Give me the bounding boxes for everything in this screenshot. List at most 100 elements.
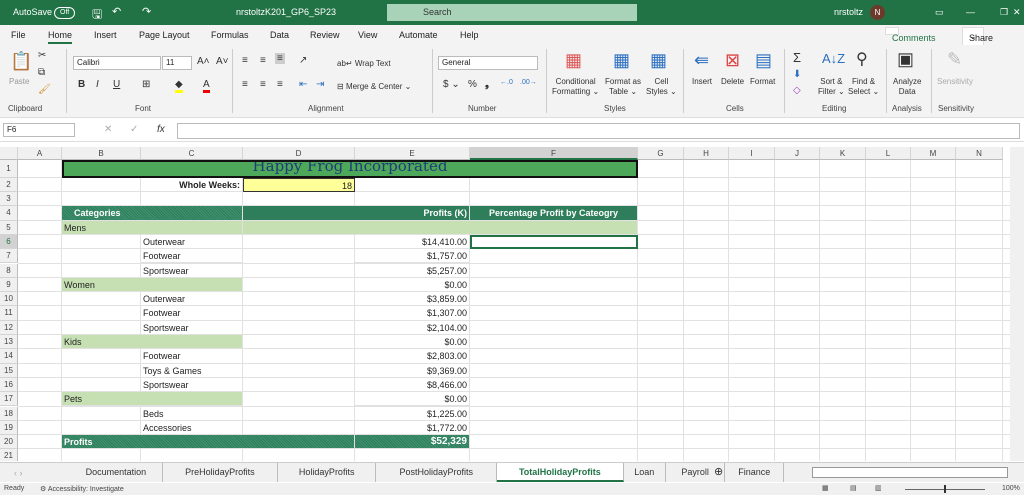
row-header-3[interactable]: 3 <box>0 192 18 207</box>
tab-page-layout[interactable]: Page Layout <box>139 30 190 40</box>
wrap-text-button[interactable]: ab↵ Wrap Text <box>337 59 391 69</box>
delete-button[interactable]: Delete <box>721 77 744 87</box>
cell-styles-button[interactable]: Cell Styles ⌄ <box>646 77 677 97</box>
find-select-button[interactable]: Find & Select ⌄ <box>848 77 879 97</box>
accessibility-status[interactable]: ⚙ Accessibility: Investigate <box>40 485 124 493</box>
sheet-tab-loan[interactable]: Loan <box>624 463 666 482</box>
save-icon[interactable]: 🖫 <box>92 5 102 26</box>
row-header-11[interactable]: 11 <box>0 306 18 321</box>
spreadsheet-grid[interactable]: A B C D E F G H I J K L M N 1 2 3 4 5 6 7 8 9 10 11 12 13 14 15 16 17 1… <box>0 147 1010 461</box>
bold-icon[interactable]: B <box>78 79 85 90</box>
weeks-input[interactable]: 18 <box>243 178 355 192</box>
column-header-h[interactable]: H <box>684 147 729 160</box>
cut-icon[interactable]: ✂ <box>38 50 46 61</box>
selected-cell-f6[interactable] <box>470 234 638 250</box>
restore-icon[interactable]: ❐ <box>1000 7 1008 18</box>
column-header-m[interactable]: M <box>911 147 956 160</box>
clear-icon[interactable]: ◇ <box>793 85 801 96</box>
comma-icon[interactable]: ❟ <box>485 79 489 90</box>
file-name[interactable]: nrstoltzK201_GP6_SP23 <box>236 7 336 17</box>
format-button[interactable]: Format <box>750 77 775 87</box>
column-header-k[interactable]: K <box>820 147 866 160</box>
underline-icon[interactable]: U <box>113 79 120 90</box>
ribbon-display-icon[interactable]: ▭ <box>935 7 944 18</box>
cancel-icon[interactable]: ✕ <box>104 124 112 135</box>
column-header-g[interactable]: G <box>638 147 684 160</box>
insert-cells-icon[interactable]: ⇚ <box>694 50 709 71</box>
row-header-6[interactable]: 6 <box>0 234 18 250</box>
row-header-16[interactable]: 16 <box>0 377 18 393</box>
sort-filter-button[interactable]: Sort & Filter ⌄ <box>818 77 845 97</box>
redo-icon[interactable]: ↷ <box>142 5 151 18</box>
align-center-icon[interactable]: ≡ <box>260 79 266 90</box>
row-header-21[interactable]: 21 <box>0 449 18 461</box>
decrease-font-icon[interactable]: A˅ <box>216 56 229 67</box>
tab-automate[interactable]: Automate <box>399 30 438 40</box>
row-header-18[interactable]: 18 <box>0 406 18 421</box>
align-bottom-icon[interactable]: ≡ <box>275 53 285 64</box>
share-button[interactable]: Share ⌄ <box>962 27 993 46</box>
enter-icon[interactable]: ✓ <box>130 124 138 135</box>
tab-help[interactable]: Help <box>460 30 479 40</box>
tab-home[interactable]: Home <box>48 30 73 44</box>
row-header-2[interactable]: 2 <box>0 178 18 192</box>
vertical-scrollbar[interactable] <box>1010 147 1024 461</box>
sheet-tab-payroll[interactable]: Payroll <box>666 463 726 482</box>
font-size-select[interactable]: 11 <box>162 56 192 70</box>
sheet-tab-preholidayprofits[interactable]: PreHolidayProfits <box>163 463 278 482</box>
tab-file[interactable]: File <box>11 30 26 40</box>
autosave-toggle[interactable]: Off <box>54 6 76 19</box>
font-name-select[interactable]: Calibri <box>73 56 161 70</box>
font-color-icon[interactable]: A <box>203 79 210 93</box>
formula-input[interactable] <box>177 123 1020 139</box>
increase-decimal-icon[interactable]: ←.0 <box>500 79 513 86</box>
zoom-slider-thumb[interactable] <box>944 485 946 493</box>
column-header-d[interactable]: D <box>243 147 355 160</box>
number-format-select[interactable]: General <box>438 56 538 70</box>
find-select-icon[interactable]: ⚲ <box>856 49 868 69</box>
column-header-i[interactable]: I <box>729 147 775 160</box>
borders-icon[interactable]: ⊞ <box>142 79 150 90</box>
align-middle-icon[interactable]: ≡ <box>260 55 266 66</box>
fill-icon[interactable]: ⬇ <box>793 69 801 80</box>
row-header-14[interactable]: 14 <box>0 349 18 364</box>
cell-styles-icon[interactable]: ▦ <box>650 50 667 71</box>
column-header-b[interactable]: B <box>62 147 141 160</box>
fill-color-icon[interactable]: ◆ <box>175 79 183 93</box>
tab-formulas[interactable]: Formulas <box>211 30 249 40</box>
row-header-7[interactable]: 7 <box>0 249 18 264</box>
row-header-17[interactable]: 17 <box>0 392 18 407</box>
increase-indent-icon[interactable]: ⇥ <box>316 79 324 90</box>
row-header-13[interactable]: 13 <box>0 335 18 350</box>
paste-icon[interactable]: 📋 <box>10 51 32 72</box>
italic-icon[interactable]: I <box>96 79 99 90</box>
column-header-e[interactable]: E <box>355 147 470 160</box>
analyze-data-icon[interactable]: ▣ <box>897 49 914 70</box>
insert-button[interactable]: Insert <box>692 77 712 87</box>
paste-button[interactable]: Paste <box>9 77 29 87</box>
column-header-l[interactable]: L <box>866 147 911 160</box>
sheet-tab-holidayprofits[interactable]: HolidayProfits <box>278 463 377 482</box>
row-header-10[interactable]: 10 <box>0 292 18 307</box>
comments-button[interactable]: Comments <box>885 27 936 43</box>
sheet-tab-documentation[interactable]: Documentation <box>70 463 163 482</box>
row-header-12[interactable]: 12 <box>0 320 18 335</box>
normal-view-icon[interactable]: ▦ <box>822 484 829 492</box>
sensitivity-icon[interactable]: ✎ <box>947 49 962 70</box>
row-header-1[interactable]: 1 <box>0 160 18 178</box>
sheet-tab-postholidayprofits[interactable]: PostHolidayProfits <box>376 463 498 482</box>
column-header-c[interactable]: C <box>141 147 243 160</box>
sensitivity-button[interactable]: Sensitivity <box>937 77 973 87</box>
column-header-j[interactable]: J <box>775 147 820 160</box>
conditional-formatting-button[interactable]: Conditional Formatting ⌄ <box>552 77 599 97</box>
sheet-tab-totalholidayprofits[interactable]: TotalHolidayProfits <box>497 463 624 482</box>
format-cells-icon[interactable]: ▤ <box>755 50 772 71</box>
tab-insert[interactable]: Insert <box>94 30 117 40</box>
page-layout-view-icon[interactable]: ▤ <box>850 484 857 492</box>
search-box[interactable]: Search <box>387 4 637 21</box>
tab-data[interactable]: Data <box>270 30 289 40</box>
tab-review[interactable]: Review <box>310 30 340 40</box>
merge-center-button[interactable]: ⊟ Merge & Center ⌄ <box>337 82 411 92</box>
column-header-a[interactable]: A <box>18 147 62 160</box>
copy-icon[interactable]: ⧉ <box>38 67 45 78</box>
